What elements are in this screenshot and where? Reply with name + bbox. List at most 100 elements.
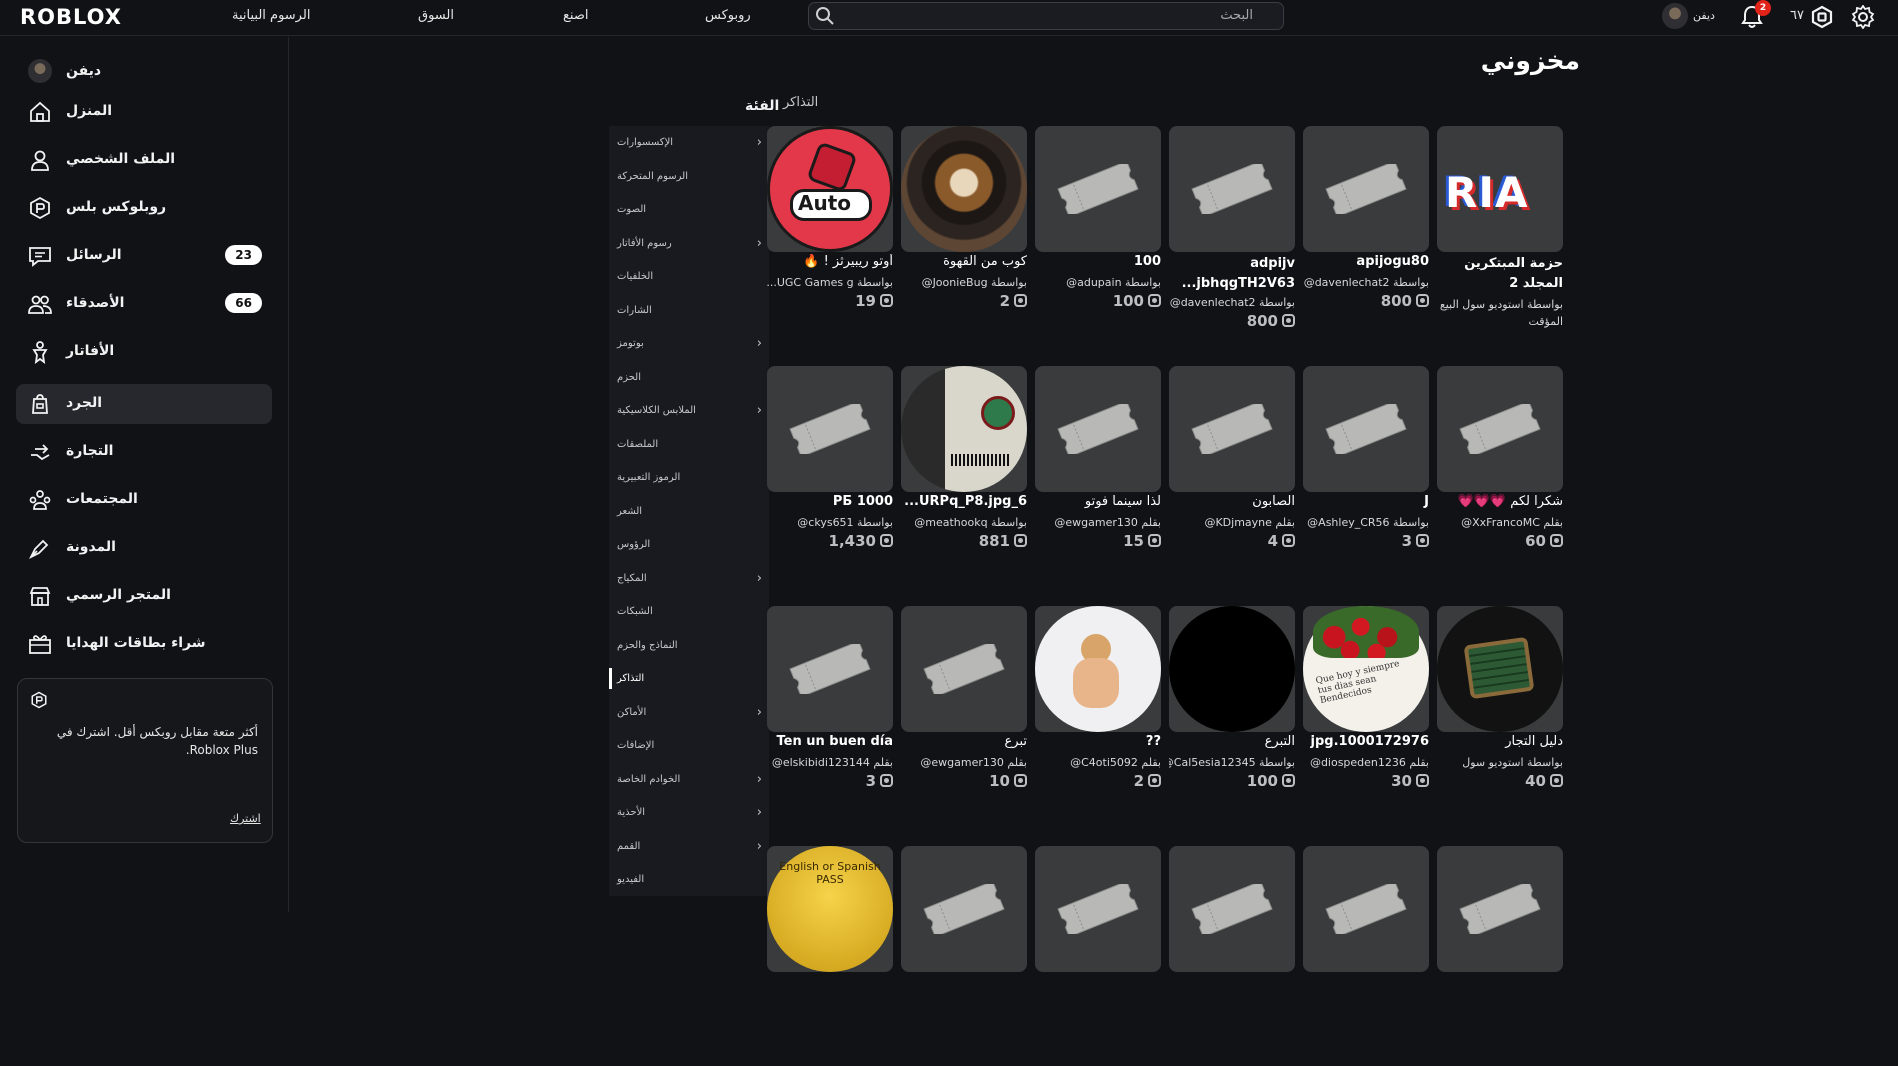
category-item[interactable]: رسوم الأفاتار › bbox=[609, 227, 769, 260]
item-thumbnail[interactable] bbox=[1169, 606, 1295, 732]
item-creator[interactable]: بواسطة Cal5esia12345@ bbox=[1169, 756, 1295, 769]
nav-charts[interactable]: الرسوم البيانية bbox=[232, 8, 310, 23]
sidebar-item-official-store[interactable]: المتجر الرسمي bbox=[16, 576, 272, 616]
robux-icon[interactable] bbox=[1810, 5, 1834, 29]
item-creator[interactable]: بقلم C4oti5092@ bbox=[1035, 756, 1161, 769]
item-name[interactable]: adpijv jbhqgTH2V63... bbox=[1169, 254, 1295, 294]
sidebar-item-roblox-plus[interactable]: روبلوكس بلس bbox=[16, 188, 272, 228]
category-item[interactable]: الإضافات bbox=[609, 729, 769, 762]
item-creator[interactable]: بواسطة davenlechat2@ bbox=[1303, 276, 1429, 289]
inventory-item-card[interactable]: English or Spanish PASS bbox=[767, 846, 893, 1066]
subscribe-link[interactable]: اشترك bbox=[230, 812, 261, 825]
item-thumbnail[interactable]: Auto bbox=[767, 126, 893, 252]
inventory-item-card[interactable]: adpijv jbhqgTH2V63... بواسطة davenlechat2… bbox=[1169, 126, 1295, 346]
item-name[interactable]: دليل التجار bbox=[1437, 734, 1563, 749]
item-name[interactable]: ?? bbox=[1035, 734, 1161, 749]
item-thumbnail[interactable] bbox=[901, 126, 1027, 252]
item-name[interactable]: 6_URPq_P8.jpg... bbox=[901, 494, 1027, 509]
inventory-item-card[interactable]: 1000 РБ بواسطة ckys651@ 1,430 bbox=[767, 366, 893, 586]
category-item[interactable]: بوتومز › bbox=[609, 327, 769, 360]
inventory-item-card[interactable]: apijogu80 بواسطة davenlechat2@ 800 bbox=[1303, 126, 1429, 346]
inventory-item-card[interactable]: Auto أوتو ريبيرثز ! 🔥 بواسطة UGC Games g..… bbox=[767, 126, 893, 346]
item-creator[interactable]: بواسطة Ashley_CR56@ bbox=[1303, 516, 1429, 529]
inventory-item-card[interactable]: التبرع بواسطة Cal5esia12345@ 100 bbox=[1169, 606, 1295, 826]
inventory-item-card[interactable] bbox=[1303, 846, 1429, 1066]
item-thumbnail[interactable] bbox=[1437, 846, 1563, 972]
item-thumbnail[interactable] bbox=[1437, 606, 1563, 732]
item-creator[interactable]: بواسطة JoonieBug@ bbox=[901, 276, 1027, 289]
item-thumbnail[interactable] bbox=[1035, 606, 1161, 732]
sidebar-item-blog[interactable]: المدونة bbox=[16, 528, 272, 568]
sidebar-item-messages[interactable]: الرسائل 23 bbox=[16, 236, 272, 276]
inventory-item-card[interactable]: J بواسطة Ashley_CR56@ 3 bbox=[1303, 366, 1429, 586]
item-name[interactable]: Ten un buen día bbox=[767, 734, 893, 749]
chevron-right-icon[interactable]: › bbox=[757, 571, 762, 586]
sidebar-item-communities[interactable]: المجتمعات bbox=[16, 480, 272, 520]
item-thumbnail[interactable] bbox=[1169, 126, 1295, 252]
item-name[interactable]: الصابون bbox=[1169, 494, 1295, 509]
current-category-tab[interactable]: التذاكر bbox=[783, 95, 818, 110]
inventory-item-card[interactable]: 100 بواسطة adupain@ 100 bbox=[1035, 126, 1161, 346]
item-thumbnail[interactable] bbox=[1035, 126, 1161, 252]
item-thumbnail[interactable] bbox=[901, 366, 1027, 492]
inventory-item-card[interactable]: كوب من القهوة بواسطة JoonieBug@ 2 bbox=[901, 126, 1027, 346]
item-name[interactable]: حزمة المبتكرين المجلد 2 bbox=[1437, 254, 1563, 294]
nav-robux[interactable]: روبوكس bbox=[705, 8, 751, 23]
item-creator[interactable]: بقلم elskibidi123144@ bbox=[767, 756, 893, 769]
sidebar-item-inventory[interactable]: الجرد bbox=[16, 384, 272, 424]
category-item[interactable]: الملابس الكلاسيكية › bbox=[609, 394, 769, 427]
inventory-item-card[interactable]: تبرع بقلم ewgamer130@ 10 bbox=[901, 606, 1027, 826]
chevron-right-icon[interactable]: › bbox=[757, 403, 762, 418]
roblox-logo[interactable]: ROBLOX bbox=[20, 5, 122, 29]
item-creator[interactable]: بواسطة استوديو سول البيع المؤقت bbox=[1437, 296, 1563, 330]
item-name[interactable]: لذا سينما فوتو bbox=[1035, 494, 1161, 509]
category-item[interactable]: الصوت bbox=[609, 193, 769, 226]
item-thumbnail[interactable]: RIA bbox=[1437, 126, 1563, 252]
item-thumbnail[interactable] bbox=[1169, 846, 1295, 972]
item-thumbnail[interactable]: Que hoy y siempre tus dias sean Bendecid… bbox=[1303, 606, 1429, 732]
item-creator[interactable]: بواسطة استوديو سول bbox=[1437, 756, 1563, 769]
item-creator[interactable]: بقلم ewgamer130@ bbox=[1035, 516, 1161, 529]
category-item[interactable]: القمم › bbox=[609, 830, 769, 863]
item-name[interactable]: 1000 РБ bbox=[767, 494, 893, 509]
inventory-item-card[interactable]: لذا سينما فوتو بقلم ewgamer130@ 15 bbox=[1035, 366, 1161, 586]
sidebar-user[interactable]: ديفن bbox=[16, 52, 272, 92]
category-item[interactable]: الأماكن › bbox=[609, 696, 769, 729]
item-thumbnail[interactable] bbox=[1035, 366, 1161, 492]
item-creator[interactable]: بقلم diospeden1236@ bbox=[1303, 756, 1429, 769]
category-item[interactable]: الشبكات bbox=[609, 595, 769, 628]
inventory-item-card[interactable] bbox=[901, 846, 1027, 1066]
inventory-item-card[interactable] bbox=[1035, 846, 1161, 1066]
chevron-right-icon[interactable]: › bbox=[757, 772, 762, 787]
category-item[interactable]: الأحذية › bbox=[609, 796, 769, 829]
search-bar[interactable]: البحث bbox=[808, 2, 1284, 30]
item-thumbnail[interactable] bbox=[1303, 366, 1429, 492]
nav-create[interactable]: اصنع bbox=[563, 8, 589, 23]
item-thumbnail[interactable]: English or Spanish PASS bbox=[767, 846, 893, 972]
category-item[interactable]: الإكسسوارات › bbox=[609, 126, 769, 159]
inventory-item-card[interactable]: 6_URPq_P8.jpg... بواسطة meathookq@ 881 bbox=[901, 366, 1027, 586]
item-creator[interactable]: بواسطة adupain@ bbox=[1035, 276, 1161, 289]
sidebar-item-home[interactable]: المنزل bbox=[16, 92, 272, 132]
sidebar-item-profile[interactable]: الملف الشخصي bbox=[16, 140, 272, 180]
item-thumbnail[interactable] bbox=[1437, 366, 1563, 492]
category-item[interactable]: الشعر bbox=[609, 495, 769, 528]
username-label[interactable]: ديفن bbox=[1693, 9, 1715, 22]
category-item[interactable]: المكياج › bbox=[609, 562, 769, 595]
item-creator[interactable]: بواسطة meathookq@ bbox=[901, 516, 1027, 529]
item-thumbnail[interactable] bbox=[1303, 846, 1429, 972]
item-name[interactable]: شكرا لكم 💗💗💗 bbox=[1437, 494, 1563, 509]
item-thumbnail[interactable] bbox=[901, 606, 1027, 732]
user-avatar[interactable] bbox=[1662, 3, 1688, 29]
item-creator[interactable]: بقلم XxFrancoMC@ bbox=[1437, 516, 1563, 529]
chevron-right-icon[interactable]: › bbox=[757, 705, 762, 720]
category-item[interactable]: الخوادم الخاصة › bbox=[609, 763, 769, 796]
chevron-right-icon[interactable]: › bbox=[757, 236, 762, 251]
item-name[interactable]: تبرع bbox=[901, 734, 1027, 749]
chevron-right-icon[interactable]: › bbox=[757, 336, 762, 351]
item-creator[interactable]: بواسطة UGC Games g... bbox=[767, 276, 893, 289]
category-item[interactable]: الرؤوس bbox=[609, 528, 769, 561]
inventory-item-card[interactable]: الصابون بقلم KDjmayne@ 4 bbox=[1169, 366, 1295, 586]
sidebar-item-avatar[interactable]: الأفاتار bbox=[16, 332, 272, 372]
inventory-item-card[interactable]: شكرا لكم 💗💗💗 بقلم XxFrancoMC@ 60 bbox=[1437, 366, 1563, 586]
